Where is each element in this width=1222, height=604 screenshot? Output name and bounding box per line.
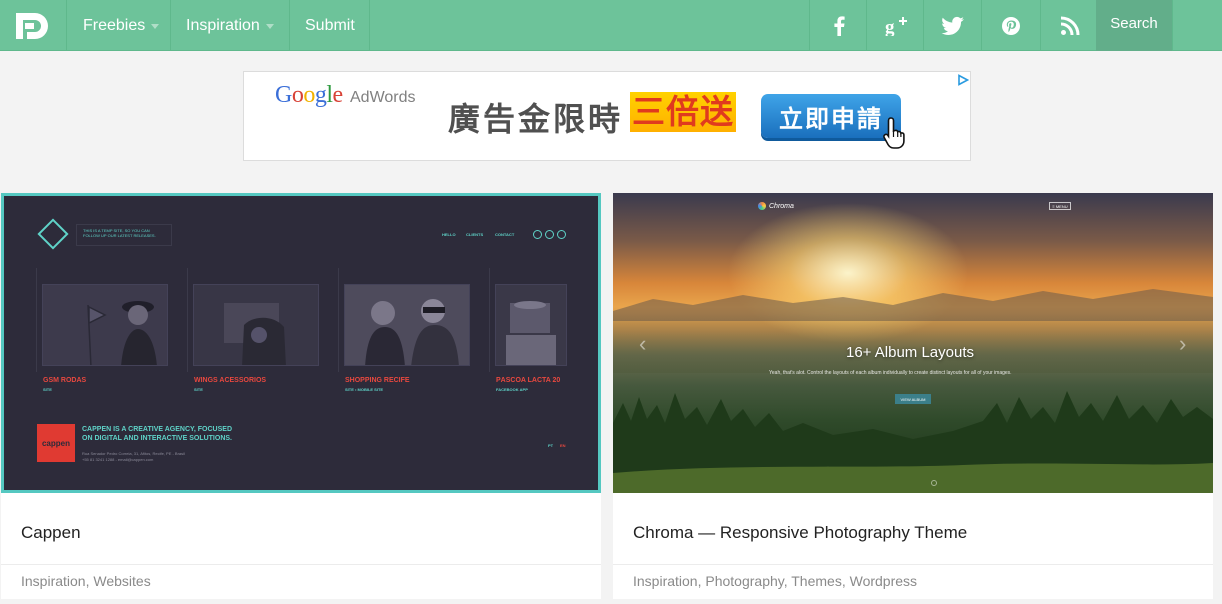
divider <box>187 268 188 372</box>
ad-headline: 廣告金限時 <box>448 100 624 138</box>
social-circle-icon <box>533 230 542 239</box>
cappen-tagline: THIS IS A TEMP SITE, SO YOU CAN FOLLOW U… <box>76 224 172 246</box>
twitter-link[interactable] <box>923 0 981 51</box>
rss-icon <box>1060 16 1079 35</box>
chevron-right-icon: › <box>1179 331 1187 356</box>
divider <box>1 564 601 565</box>
cappen-nav-clients: CLIENTS <box>466 232 484 237</box>
ad-banner[interactable]: Google AdWords 廣告金限時 三倍送 立即申請 <box>243 71 971 161</box>
chevron-left-icon: ‹ <box>639 331 647 356</box>
project-subtitle: FACEBOOK APP <box>496 387 528 392</box>
agency-line: CAPPEN IS A CREATIVE AGENCY, FOCUSED <box>82 426 233 433</box>
chroma-subtext: Yeah, that's alot. Control the layouts o… <box>769 370 1012 376</box>
divider <box>613 564 1213 565</box>
hills-layer <box>613 313 1213 373</box>
ad-cta-button[interactable]: 立即申請 <box>761 94 901 138</box>
post-thumbnail[interactable]: Chroma ≡ MENU ‹ › 16+ Album Layouts Yeah… <box>613 193 1213 493</box>
chroma-logo-text: Chroma <box>769 202 794 210</box>
post-title[interactable]: Cappen <box>21 523 81 543</box>
pinterest-link[interactable] <box>981 0 1039 51</box>
chevron-down-icon <box>151 24 160 29</box>
top-navigation-bar: Freebies Inspiration Submit g Search <box>0 0 1222 51</box>
project-title: WINGS ACESSORIOS <box>194 377 267 384</box>
project-thumbnail <box>344 284 470 366</box>
chroma-logo-icon <box>758 202 766 210</box>
agency-line: ON DIGITAL AND INTERACTIVE SOLUTIONS. <box>82 435 232 442</box>
project-subtitle: SITE • MOBILE SITE <box>345 387 384 392</box>
nav-inspiration[interactable]: Inspiration <box>171 0 290 51</box>
pinterest-icon <box>1001 16 1020 35</box>
nav-submit[interactable]: Submit <box>290 0 370 51</box>
facebook-icon <box>833 15 845 36</box>
post-card-cappen[interactable]: THIS IS A TEMP SITE, SO YOU CAN FOLLOW U… <box>1 193 601 599</box>
post-title[interactable]: Chroma — Responsive Photography Theme <box>633 523 967 543</box>
google-logo: Google <box>275 82 343 108</box>
nav-inspiration-label: Inspiration <box>186 16 260 34</box>
project-thumbnail <box>42 284 168 366</box>
ad-highlight: 三倍送 <box>630 92 736 132</box>
nav-freebies-label: Freebies <box>83 16 146 34</box>
chevron-down-icon <box>265 24 274 29</box>
chroma-preview: Chroma ≡ MENU ‹ › 16+ Album Layouts Yeah… <box>613 193 1213 493</box>
ad-choices-icon[interactable] <box>957 74 969 86</box>
divider <box>338 268 339 372</box>
divider <box>489 268 490 372</box>
post-card-chroma[interactable]: Chroma ≡ MENU ‹ › 16+ Album Layouts Yeah… <box>613 193 1213 599</box>
ad-adwords-label: AdWords <box>350 89 416 106</box>
facebook-link[interactable] <box>809 0 867 51</box>
google-plus-icon: g <box>885 16 907 36</box>
cappen-address: Rua Senador Pedro Correia, 31, Afitos, R… <box>82 451 185 463</box>
post-thumbnail[interactable]: THIS IS A TEMP SITE, SO YOU CAN FOLLOW U… <box>1 193 601 493</box>
project-thumbnail <box>495 284 567 366</box>
slider-dot <box>931 480 937 486</box>
site-logo[interactable] <box>0 0 67 51</box>
lang-pt: PT <box>548 443 554 448</box>
project-thumbnail <box>193 284 319 366</box>
chroma-logo: Chroma <box>758 202 794 210</box>
project-title: SHOPPING RECIFE <box>345 377 410 384</box>
cappen-preview: THIS IS A TEMP SITE, SO YOU CAN FOLLOW U… <box>1 193 601 493</box>
diamond-logo-icon <box>37 218 69 250</box>
cappen-agency-text: CAPPEN IS A CREATIVE AGENCY, FOCUSED ON … <box>82 425 232 443</box>
post-tags[interactable]: Inspiration, Websites <box>21 573 151 589</box>
lang-en: EN <box>560 443 566 448</box>
nav-freebies[interactable]: Freebies <box>68 0 171 51</box>
project-subtitle: SITE <box>43 387 52 392</box>
address-line: +55 81 3241 1288 - email@cappen.com <box>82 457 154 462</box>
divider <box>36 268 37 372</box>
cappen-logo: cappen <box>37 424 75 462</box>
project-title: GSM RODAS <box>43 377 87 384</box>
cappen-nav-hello: HELLO <box>442 232 456 237</box>
nav-submit-label: Submit <box>305 16 355 34</box>
rss-link[interactable] <box>1040 0 1098 51</box>
social-circle-icon <box>545 230 554 239</box>
project-subtitle: SITE <box>194 387 203 392</box>
search-button[interactable]: Search <box>1096 0 1172 51</box>
chroma-menu: ≡ MENU <box>1049 202 1071 210</box>
hand-cursor-icon <box>883 117 905 149</box>
google-plus-link[interactable]: g <box>866 0 924 51</box>
project-title: PÁSCOA LACTA 20 <box>496 377 561 384</box>
svg-text:g: g <box>885 17 895 36</box>
cappen-nav-contact: CONTACT <box>495 232 515 237</box>
twitter-icon <box>941 16 964 35</box>
post-tags[interactable]: Inspiration, Photography, Themes, Wordpr… <box>633 573 917 589</box>
chroma-view-album-button: VIEW ALBUM <box>895 394 931 404</box>
social-circle-icon <box>557 230 566 239</box>
divider <box>1172 0 1173 51</box>
logo-icon <box>16 12 48 39</box>
chroma-heading: 16+ Album Layouts <box>846 344 975 361</box>
